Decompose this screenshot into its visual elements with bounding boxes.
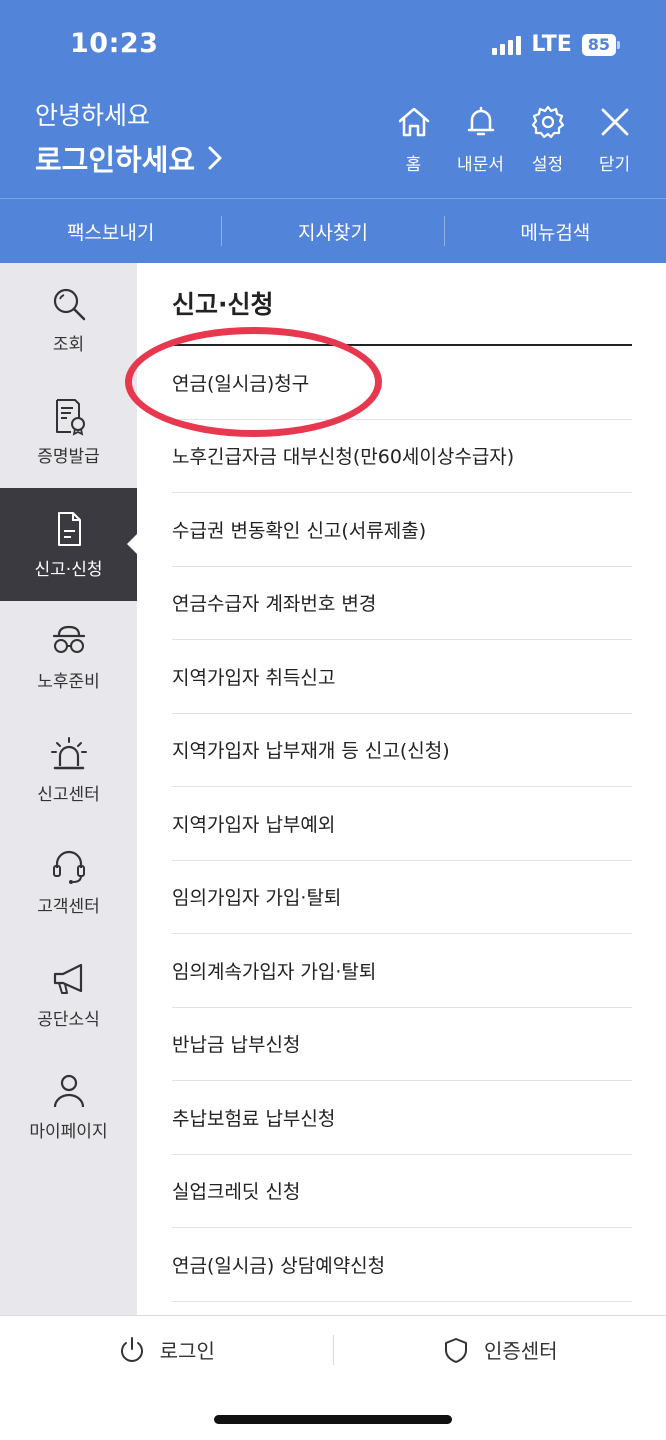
- sidebar-item-label: 고객센터: [37, 897, 100, 918]
- bell-icon: [467, 106, 494, 136]
- sidebar-item-label: 조회: [52, 334, 85, 355]
- menu-item-voluntary-join-leave[interactable]: 임의가입자 가입·탈퇴: [172, 861, 632, 934]
- menu-list: 연금(일시금)청구 노후긴급자금 대부신청(만60세이상수급자) 수급권 변동확…: [172, 346, 632, 1302]
- document-icon: [57, 511, 81, 546]
- certification-center-label: 인증센터: [483, 1339, 558, 1363]
- login-button[interactable]: 로그인: [0, 1335, 333, 1364]
- sidebar-item-my-page[interactable]: 마이페이지: [0, 1051, 137, 1164]
- sidebar-item-retirement-prep[interactable]: 노후준비: [0, 601, 137, 714]
- battery-level: 85: [581, 33, 616, 56]
- sidebar-item-report-apply[interactable]: 신고·신청: [0, 488, 137, 601]
- bottom-bar: 로그인 인증센터: [0, 1315, 666, 1383]
- menu-search-link[interactable]: 메뉴검색: [445, 218, 666, 245]
- sidebar-item-certificates[interactable]: 증명발급: [0, 376, 137, 489]
- sidebar-item-label: 신고·신청: [34, 559, 103, 580]
- close-button[interactable]: 닫기: [581, 104, 648, 175]
- menu-item-subsequent-payment[interactable]: 추납보험료 납부신청: [172, 1081, 632, 1155]
- sidebar: 조회 증명발급 신고·신청 노후준비 신고센터 고객센터 공단소식 마이페이지: [0, 263, 137, 1315]
- home-icon: [398, 107, 429, 137]
- signal-icon: [492, 35, 522, 55]
- home-label: 홈: [405, 155, 422, 175]
- status-time: 10:23: [70, 28, 159, 59]
- menu-item-emergency-loan[interactable]: 노후긴급자금 대부신청(만60세이상수급자): [172, 420, 632, 493]
- battery-icon: 85: [581, 33, 620, 56]
- gear-icon: [531, 105, 564, 139]
- search-icon: [53, 288, 85, 320]
- sidebar-item-label: 공단소식: [37, 1009, 100, 1030]
- login-label: 로그인: [159, 1339, 215, 1363]
- menu-item-regional-resume[interactable]: 지역가입자 납부재개 등 신고(신청): [172, 714, 632, 787]
- section-title: 신고·신청: [172, 290, 274, 319]
- siren-icon: [50, 736, 87, 769]
- chevron-right-icon: [208, 146, 222, 170]
- sidebar-item-label: 신고센터: [37, 784, 100, 805]
- my-documents-button[interactable]: 내문서: [447, 104, 514, 175]
- login-prompt-link[interactable]: 로그인하세요: [35, 137, 223, 179]
- menu-item-repayment[interactable]: 반납금 납부신청: [172, 1008, 632, 1081]
- branch-finder-link[interactable]: 지사찾기: [222, 218, 443, 245]
- power-icon: [120, 1336, 143, 1362]
- sidebar-item-label: 마이페이지: [29, 1122, 108, 1143]
- status-indicators: LTE 85: [492, 32, 620, 57]
- login-prompt-label: 로그인하세요: [35, 143, 196, 177]
- sidebar-item-corporation-news[interactable]: 공단소식: [0, 938, 137, 1051]
- close-label: 닫기: [598, 155, 631, 175]
- certification-center-button[interactable]: 인증센터: [334, 1335, 666, 1364]
- shield-icon: [444, 1337, 467, 1363]
- settings-label: 설정: [531, 155, 564, 175]
- menu-item-voluntary-continued[interactable]: 임의계속가입자 가입·탈퇴: [172, 934, 632, 1008]
- my-documents-label: 내문서: [457, 155, 504, 175]
- sidebar-item-inquiry[interactable]: 조회: [0, 263, 137, 376]
- glasses-hat-icon: [52, 626, 85, 654]
- menu-item-regional-exemption[interactable]: 지역가입자 납부예외: [172, 787, 632, 861]
- quick-link-bar: 팩스보내기 지사찾기 메뉴검색: [0, 198, 666, 263]
- certificate-icon: [55, 399, 85, 436]
- settings-button[interactable]: 설정: [514, 104, 581, 175]
- sidebar-item-customer-center[interactable]: 고객센터: [0, 826, 137, 939]
- header: 10:23 LTE 85 안녕하세요 로그인하세요 홈 내문서 설정 닫기 팩스…: [0, 0, 666, 263]
- close-icon: [601, 108, 628, 136]
- menu-item-pension-claim[interactable]: 연금(일시금)청구: [172, 346, 632, 420]
- header-icon-group: 홈 내문서 설정 닫기: [380, 104, 648, 175]
- megaphone-icon: [53, 963, 82, 994]
- menu-item-entitlement-change[interactable]: 수급권 변동확인 신고(서류제출): [172, 493, 632, 567]
- headset-icon: [52, 851, 85, 885]
- sidebar-item-label: 노후준비: [37, 672, 100, 693]
- menu-item-consultation-booking[interactable]: 연금(일시금) 상담예약신청: [172, 1228, 632, 1302]
- menu-item-account-change[interactable]: 연금수급자 계좌번호 변경: [172, 567, 632, 640]
- home-button[interactable]: 홈: [380, 104, 447, 175]
- person-icon: [53, 1075, 84, 1108]
- sidebar-item-report-center[interactable]: 신고센터: [0, 713, 137, 826]
- network-type: LTE: [531, 32, 572, 57]
- menu-item-regional-acquisition[interactable]: 지역가입자 취득신고: [172, 640, 632, 714]
- sidebar-item-label: 증명발급: [37, 447, 100, 468]
- menu-item-unemployment-credit[interactable]: 실업크레딧 신청: [172, 1155, 632, 1228]
- main-content: 신고·신청 연금(일시금)청구 노후긴급자금 대부신청(만60세이상수급자) 수…: [137, 263, 666, 1315]
- greeting-text: 안녕하세요: [35, 101, 151, 130]
- fax-send-link[interactable]: 팩스보내기: [0, 218, 221, 245]
- status-bar: 10:23 LTE 85: [0, 0, 666, 90]
- home-indicator: [214, 1415, 452, 1424]
